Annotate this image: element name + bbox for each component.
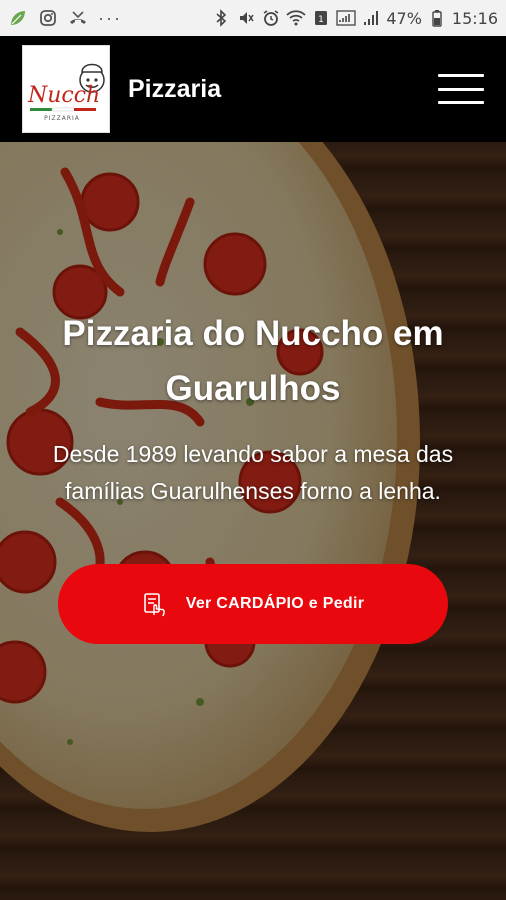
signal-icon — [336, 8, 356, 28]
missed-call-icon — [68, 8, 88, 28]
nuccho-logo: Nucch PIZZARIA — [27, 63, 105, 122]
header-title: Pizzaria — [128, 74, 222, 103]
menu-line — [438, 87, 484, 91]
hero-title: Pizzaria do Nuccho em Guarulhos — [62, 314, 444, 408]
status-left-icons: ··· — [8, 8, 122, 29]
hero-content: Pizzaria do Nuccho em Guarulhos Desde 19… — [0, 142, 506, 900]
view-menu-order-button[interactable]: Ver CARDÁPIO e Pedir — [58, 564, 448, 644]
hamburger-menu-icon[interactable] — [438, 74, 484, 104]
status-bar: ··· 1 47% 15:16 — [0, 0, 506, 36]
svg-text:1: 1 — [318, 15, 324, 25]
more-dots-icon: ··· — [98, 7, 122, 28]
menu-order-icon — [142, 591, 168, 617]
clock-time: 15:16 — [451, 8, 498, 28]
signal-bars-icon — [361, 8, 381, 28]
mute-icon — [236, 8, 256, 28]
bluetooth-icon — [211, 8, 231, 28]
wifi-icon — [286, 8, 306, 28]
alarm-icon — [261, 8, 281, 28]
battery-percent: 47% — [386, 8, 422, 28]
site-header: Nucch PIZZARIA Pizzaria — [0, 36, 506, 142]
instagram-icon — [38, 8, 58, 28]
logo-link[interactable]: Nucch PIZZARIA — [22, 45, 110, 133]
battery-icon — [427, 8, 447, 28]
svg-text:PIZZARIA: PIZZARIA — [44, 115, 80, 122]
sim-1-icon: 1 — [311, 8, 331, 28]
hero-section: Pizzaria do Nuccho em Guarulhos Desde 19… — [0, 142, 506, 900]
leaf-icon — [8, 8, 28, 28]
menu-line — [438, 101, 484, 104]
menu-line — [438, 74, 484, 77]
svg-text:Nucch: Nucch — [27, 83, 100, 108]
cta-label: Ver CARDÁPIO e Pedir — [185, 595, 365, 612]
status-right-icons: 1 47% 15:16 — [211, 8, 498, 28]
hero-subtitle: Desde 1989 levando sabor a mesa das famí… — [52, 441, 454, 504]
